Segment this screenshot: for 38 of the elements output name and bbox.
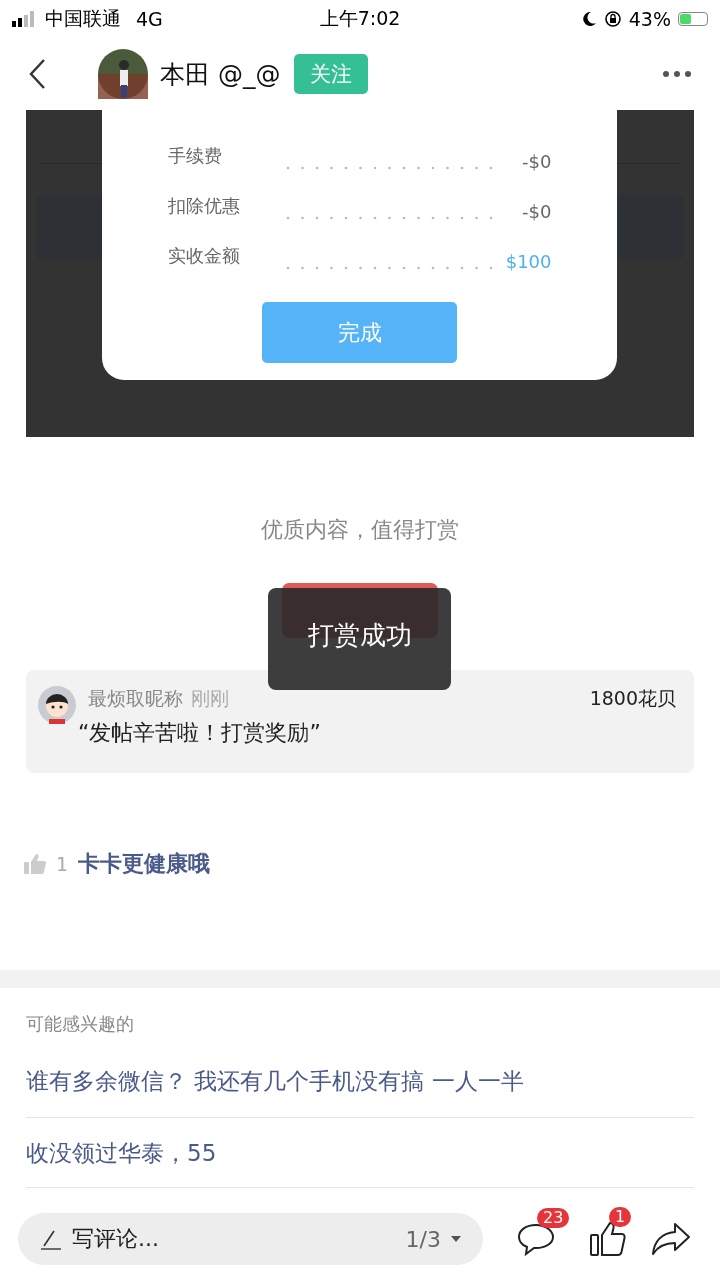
notification-badge: 1 (609, 1207, 632, 1227)
comment-field[interactable]: 写评论... 1/3 (18, 1213, 483, 1265)
page-indicator[interactable]: 1/3 (405, 1226, 441, 1252)
battery-percent: 43% (628, 8, 671, 30)
fee-label: 扣除优惠 (167, 194, 241, 218)
dropdown-icon[interactable] (451, 1236, 461, 1242)
pen-icon (40, 1228, 62, 1250)
clock: 上午7:02 (319, 6, 401, 31)
toast: 打赏成功 (268, 588, 451, 690)
timestamp: 刚刚 (191, 686, 229, 711)
related-post-link[interactable]: 谁有多余微信？ 我还有几个手机没有搞 一人一半 (26, 1054, 694, 1118)
fee-value: -$0 (522, 150, 552, 172)
more-icon[interactable] (662, 70, 692, 78)
network-type: 4G (136, 8, 163, 30)
reward-message: “发帖辛苦啦！打赏奖励” (78, 719, 322, 747)
fee-value: -$0 (522, 200, 552, 222)
comment-icon[interactable] (517, 1222, 555, 1256)
carrier: 中国联通 (45, 6, 121, 31)
username[interactable]: 本田 @_@ (160, 57, 281, 91)
like-count: 1 (56, 852, 69, 875)
back-icon[interactable] (28, 58, 48, 90)
section-title: 可能感兴趣的 (26, 1012, 135, 1036)
avatar (38, 686, 76, 724)
reward-amount: 1800花贝 (589, 686, 676, 711)
liked-by-link[interactable]: 卡卡更健康哦 (78, 848, 211, 879)
thumbs-up-icon[interactable] (24, 853, 46, 874)
fee-value: $100 (505, 250, 552, 272)
fee-label: 手续费 (167, 144, 223, 168)
avatar (98, 49, 148, 99)
rotation-lock-icon (603, 10, 622, 28)
share-icon[interactable] (651, 1222, 691, 1256)
fee-label: 实收金额 (167, 244, 241, 268)
notification-badge: 23 (537, 1208, 570, 1228)
moon-icon (580, 11, 597, 27)
related-post-link[interactable]: 收没领过华泰，55 (26, 1118, 694, 1188)
thumbs-up-icon[interactable] (589, 1221, 627, 1257)
reward-prompt: 优质内容，值得打赏 (261, 516, 459, 544)
battery-icon (678, 12, 708, 26)
